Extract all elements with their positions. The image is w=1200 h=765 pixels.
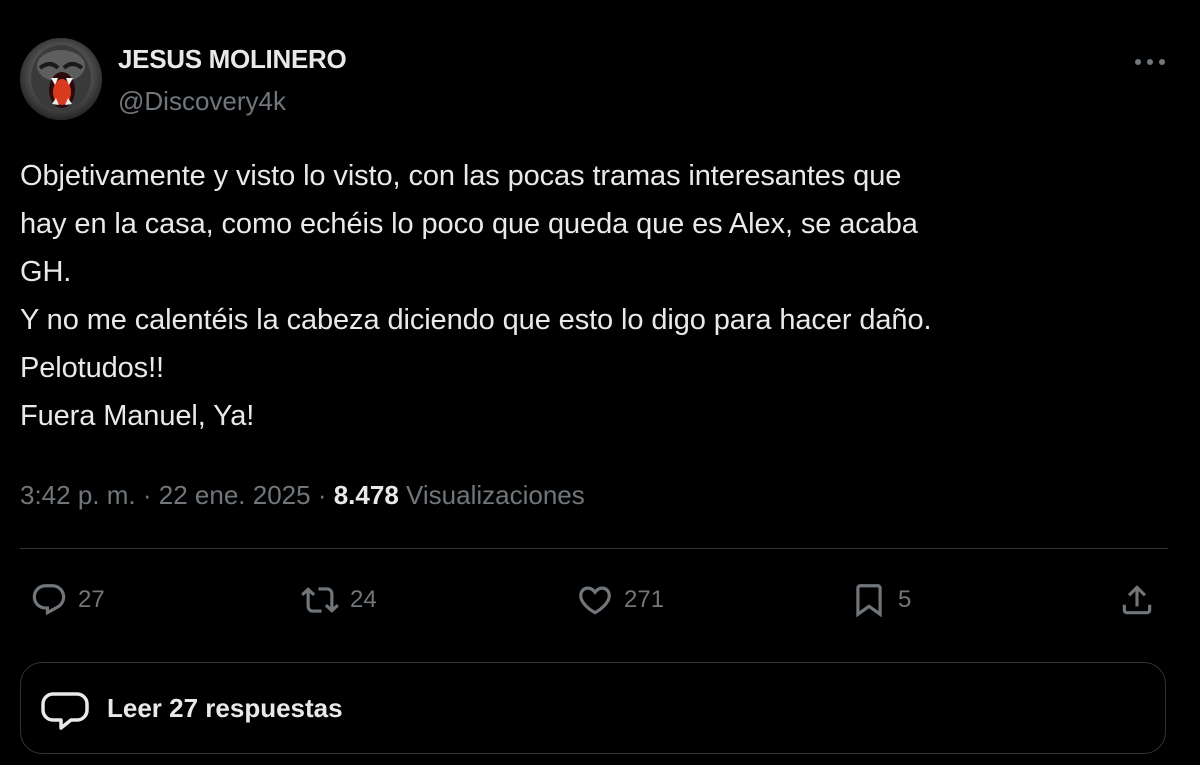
chat-bubble-icon — [41, 682, 93, 734]
like-button[interactable]: 271 — [576, 576, 664, 624]
tweet-text-line: Objetivamente y visto lo visto, con las … — [20, 160, 902, 192]
reply-count: 27 — [78, 586, 105, 613]
reply-icon — [32, 584, 66, 616]
divider — [20, 548, 1168, 549]
share-button[interactable] — [1118, 576, 1156, 624]
tweet-text-line: Pelotudos!! — [20, 352, 164, 384]
read-replies-label: Leer 27 respuestas — [107, 692, 343, 723]
retweet-icon — [301, 587, 339, 613]
tweet-date[interactable]: 22 ene. 2025 — [159, 480, 311, 510]
like-count: 271 — [624, 586, 665, 613]
author-name[interactable]: JESUS MOLINERO — [118, 43, 347, 75]
reply-button[interactable]: 27 — [30, 576, 105, 624]
retweet-button[interactable]: 24 — [300, 576, 377, 624]
bookmark-count: 5 — [898, 586, 912, 613]
tweet-text-line: GH. — [20, 256, 72, 288]
views-label: Visualizaciones — [406, 480, 585, 510]
meta-separator: · — [142, 480, 152, 510]
share-icon — [1122, 585, 1152, 615]
tweet-meta: 3:42 p. m. · 22 ene. 2025 · 8.478 Visual… — [20, 475, 585, 515]
author-handle[interactable]: @Discovery4k — [118, 85, 286, 117]
tweet-time[interactable]: 3:42 p. m. — [20, 480, 136, 510]
views-count: 8.478 — [333, 480, 399, 510]
gorilla-avatar-icon — [20, 38, 102, 120]
bookmark-button[interactable]: 5 — [850, 576, 911, 624]
more-options-button[interactable] — [1130, 48, 1170, 76]
bookmark-icon — [856, 584, 882, 618]
tweet-text: Objetivamente y visto lo visto, con las … — [20, 152, 1170, 440]
retweet-count: 24 — [350, 586, 377, 613]
meta-separator: · — [317, 480, 327, 510]
read-replies-button[interactable]: Leer 27 respuestas — [20, 662, 1166, 754]
tweet-card: JESUS MOLINERO @Discovery4k Objetivament… — [0, 0, 1200, 765]
tweet-text-line: Fuera Manuel, Ya! — [20, 400, 255, 432]
heart-icon — [579, 586, 611, 615]
avatar[interactable] — [20, 38, 102, 120]
tweet-text-line: Y no me calentéis la cabeza diciendo que… — [20, 304, 932, 336]
tweet-text-line: hay en la casa, como echéis lo poco que … — [20, 208, 918, 240]
ellipsis-icon — [1135, 59, 1165, 65]
